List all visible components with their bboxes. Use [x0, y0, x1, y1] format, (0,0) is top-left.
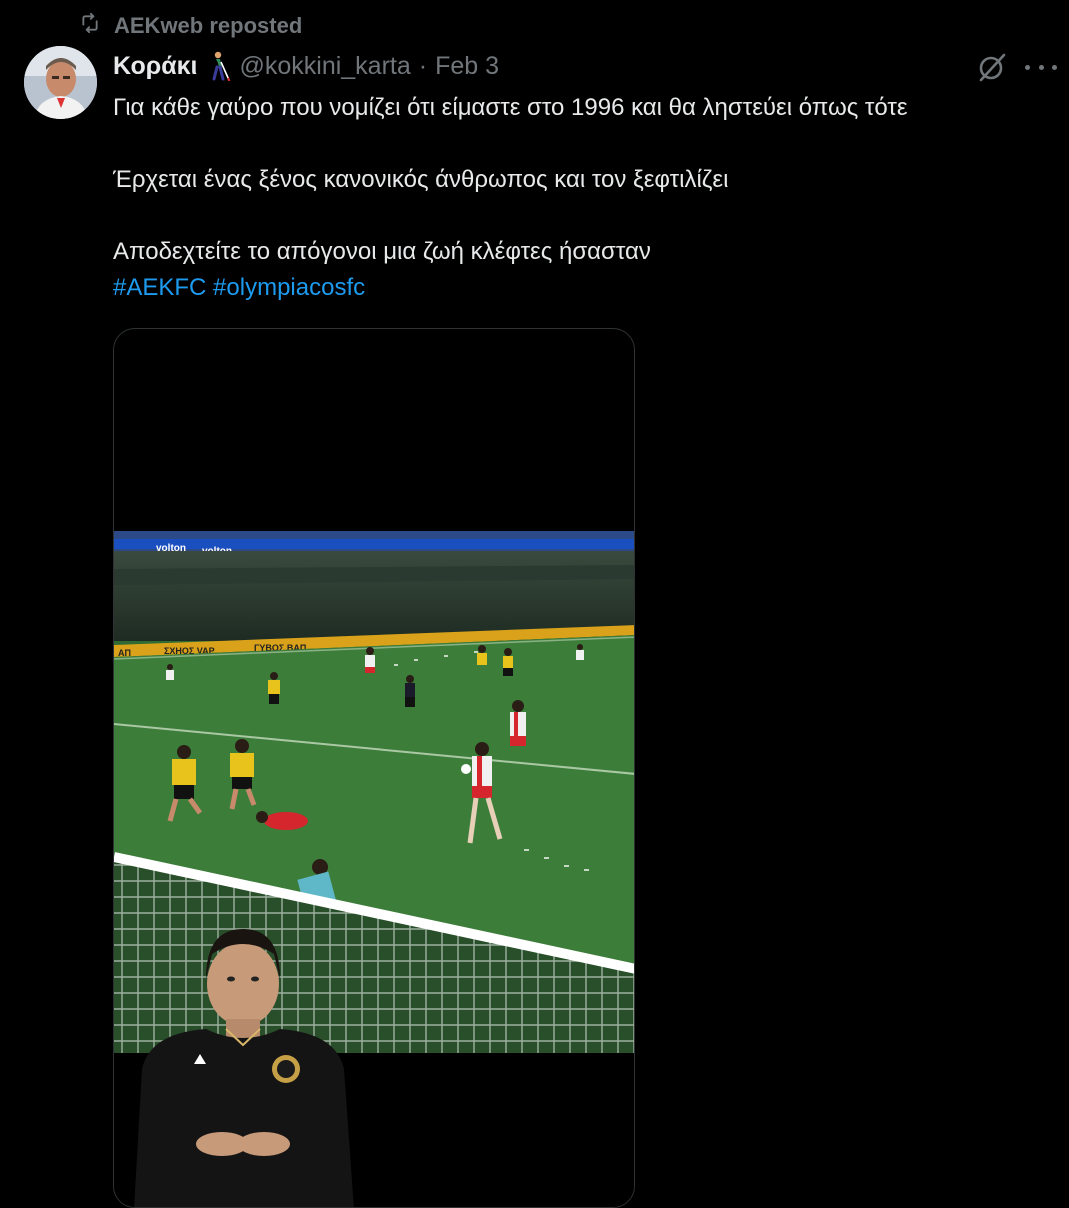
avatar[interactable]	[24, 46, 97, 119]
hashtag-olympiacosfc[interactable]: #olympiacosfc	[213, 274, 365, 301]
tweet-date[interactable]: Feb 3	[435, 52, 499, 81]
person-with-white-cane-emoji-icon	[205, 51, 231, 81]
grok-icon[interactable]	[975, 50, 1009, 84]
tweet-video[interactable]: volton volton ΑΠ ΣΧΗΟΣ VAP ΓΥΒΟΣ ΒΑΠ	[113, 328, 635, 1208]
tweet-line-2: Έρχεται ένας ξένος κανονικός άνθρωπος κα…	[113, 166, 729, 193]
user-handle[interactable]: @kokkini_karta	[239, 52, 410, 81]
repost-indicator[interactable]: AEKweb reposted	[80, 10, 302, 42]
more-options-icon[interactable]	[1025, 56, 1057, 78]
football-video-thumbnail-icon: volton volton ΑΠ ΣΧΗΟΣ VAP ΓΥΒΟΣ ΒΑΠ	[114, 531, 634, 1207]
display-name[interactable]: Κοράκι	[113, 52, 197, 81]
tweet-line-1: Για κάθε γαύρο που νομίζει ότι είμαστε σ…	[113, 94, 908, 121]
repost-label[interactable]: AEKweb reposted	[114, 13, 302, 39]
hashtag-aekfc[interactable]: #AEKFC	[113, 274, 206, 301]
repost-icon	[80, 12, 100, 39]
tweet-header: Κοράκι @kokkini_karta · Feb 3	[113, 48, 499, 84]
tweet-text: Για κάθε γαύρο που νομίζει ότι είμαστε σ…	[113, 90, 1053, 306]
separator-dot: ·	[418, 51, 428, 80]
hashtags-line: #AEKFC #olympiacosfc	[113, 270, 1053, 306]
tweet-line-3: Αποδεχτείτε το απόγονοι μια ζωή κλέφτες …	[113, 238, 651, 265]
